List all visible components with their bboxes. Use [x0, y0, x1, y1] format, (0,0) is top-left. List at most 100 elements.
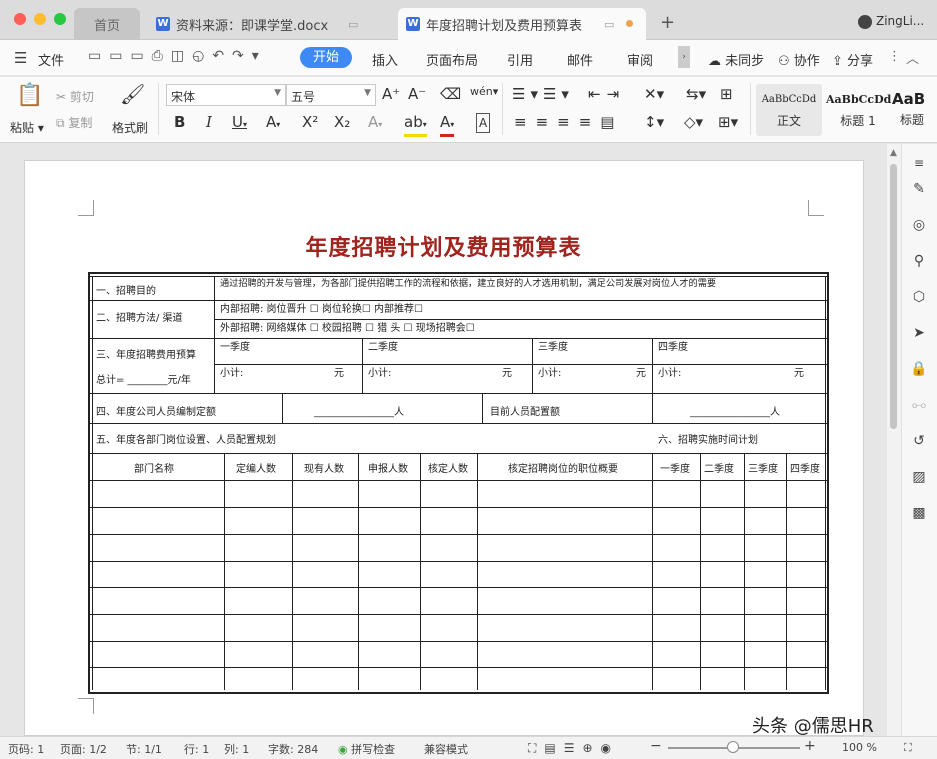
more-tabs-chevron-icon[interactable]: › — [678, 46, 690, 68]
format-painter-button[interactable]: 格式刷 — [112, 119, 148, 136]
italic-button[interactable]: I — [206, 113, 212, 131]
shapes-icon[interactable]: ◎ — [910, 216, 928, 234]
text-effect-button[interactable]: A▾ — [368, 113, 382, 134]
char-border-button[interactable]: A — [476, 113, 491, 133]
menu-mailings[interactable]: 邮件 — [567, 50, 593, 69]
format-painter-icon[interactable]: 🖌 — [120, 84, 145, 104]
tab-active-doc[interactable]: W 年度招聘计划及费用预算表 ▭ — [398, 8, 646, 40]
status-row[interactable]: 行: 1 — [184, 741, 209, 757]
pen-icon[interactable]: ✎ — [910, 180, 928, 198]
sync-status[interactable]: ☁ 未同步 — [708, 50, 764, 69]
table-line — [90, 587, 827, 588]
clear-format-icon[interactable]: ⌫ — [440, 85, 461, 103]
spell-check-button[interactable]: ◉ 拼写检查 — [338, 741, 395, 757]
status-col[interactable]: 列: 1 — [224, 741, 249, 757]
tab-source-doc[interactable]: W 资料来源：即课学堂.docx ▭ — [150, 8, 380, 40]
adjust-icon[interactable]: ⧟ — [910, 396, 928, 414]
image-text-icon[interactable]: ▨ — [910, 468, 928, 486]
table-line — [90, 480, 827, 481]
subscript-button[interactable]: X₂ — [334, 113, 350, 131]
row-schedule-label: 六、招聘实施时间计划 — [658, 435, 758, 446]
quick-access-icons[interactable]: ▭▭▭⎙◫◵↶↷▾ — [88, 48, 267, 64]
style-heading-1[interactable]: AaBbCcDd 标题 1 — [826, 84, 891, 136]
fullscreen-icon[interactable]: ⛶ — [904, 741, 912, 755]
document-title[interactable]: 年度招聘计划及费用预算表 — [0, 230, 887, 262]
header-current: 现有人数 — [304, 464, 344, 475]
scroll-up-icon[interactable]: ▲ — [890, 148, 897, 158]
zoom-in-icon[interactable]: + — [804, 738, 816, 754]
share-button[interactable]: ⇪ 分享 — [832, 50, 873, 69]
font-color-button[interactable]: A▾ — [440, 113, 455, 137]
menu-insert[interactable]: 插入 — [372, 50, 398, 69]
image-icon[interactable]: ▩ — [910, 504, 928, 522]
view-mode-icons[interactable]: ⛶▤☰⊕◉ — [528, 741, 619, 756]
sort-icon[interactable]: ⇆▾ — [686, 85, 706, 103]
table-line — [90, 667, 827, 668]
strikethrough-button[interactable]: A▾ — [266, 113, 280, 134]
menu-review[interactable]: 审阅 — [627, 50, 653, 69]
align-buttons[interactable]: ≡≡≡≡▤ — [514, 113, 623, 131]
zoom-level[interactable]: 100 % — [842, 741, 877, 754]
row-budget-total: 总计= ________元/年 — [96, 375, 191, 386]
zoom-slider-handle[interactable] — [727, 741, 739, 753]
menu-references[interactable]: 引用 — [507, 50, 533, 69]
zoom-window-button[interactable] — [54, 13, 66, 25]
indent-buttons[interactable]: ⇤⇥ — [588, 85, 625, 103]
borders-icon[interactable]: ⊞▾ — [718, 113, 738, 131]
chinese-layout-icon[interactable]: ✕▾ — [644, 85, 664, 103]
status-pages[interactable]: 页面: 1/2 — [60, 741, 107, 757]
vertical-scrollbar[interactable]: ▲ — [887, 144, 901, 736]
paste-button[interactable]: 粘贴 ▾ — [10, 119, 44, 136]
style-icon[interactable]: ⚲ — [910, 252, 928, 270]
collapse-ribbon-icon[interactable]: ︿ — [906, 48, 919, 67]
font-size-select[interactable]: 五号 ▼ — [286, 84, 376, 106]
cursor-icon[interactable]: ➤ — [910, 324, 928, 342]
paste-icon[interactable]: 📋 — [16, 85, 43, 107]
highlight-button[interactable]: ab▾ — [404, 113, 427, 137]
font-name-select[interactable]: 宋体 ▼ — [166, 84, 286, 106]
q2-subtotal: 小计: — [368, 368, 392, 379]
bold-button[interactable]: B — [174, 113, 185, 131]
header-summary: 核定招聘岗位的职位概要 — [508, 464, 618, 475]
budget-table[interactable]: 一、招聘目的 通过招聘的开发与管理，为各部门提供招聘工作的流程和依据，建立良好的… — [88, 272, 829, 694]
grow-font-button[interactable]: A⁺ — [382, 85, 400, 103]
collaborate-button[interactable]: ⚇ 协作 — [778, 50, 820, 69]
more-options-icon[interactable]: ⋮ — [888, 49, 901, 64]
cube-icon[interactable]: ⬡ — [910, 288, 928, 306]
shrink-font-button[interactable]: A⁻ — [408, 85, 426, 103]
close-window-button[interactable] — [14, 13, 26, 25]
superscript-button[interactable]: X² — [302, 113, 318, 131]
table-line — [362, 338, 363, 393]
pinyin-guide-button[interactable]: wén▾ — [470, 83, 498, 101]
zoom-out-icon[interactable]: − — [650, 738, 662, 754]
line-spacing-icon[interactable]: ↕▾ — [644, 113, 664, 131]
scrollbar-thumb[interactable] — [890, 164, 897, 429]
q1-subtotal: 小计: — [220, 368, 244, 379]
table-line — [90, 641, 827, 642]
menu-file[interactable]: 文件 — [38, 50, 64, 69]
row-headcount-label: 四、年度公司人员编制定额 — [96, 407, 216, 418]
history-icon[interactable]: ↺ — [910, 432, 928, 450]
style-normal[interactable]: AaBbCcDd 正文 — [756, 84, 822, 136]
underline-button[interactable]: U▾ — [232, 113, 247, 134]
menu-start[interactable]: 开始 — [300, 47, 352, 68]
user-name[interactable]: ZingLi... — [876, 14, 924, 28]
new-tab-plus-icon[interactable]: + — [660, 12, 675, 33]
avatar[interactable] — [858, 15, 872, 29]
status-words[interactable]: 字数: 284 — [268, 741, 318, 757]
lock-icon[interactable]: 🔒 — [910, 360, 928, 378]
copy-button[interactable]: ⧉ 复制 — [56, 114, 92, 131]
tab-home[interactable]: 首页 — [74, 8, 140, 40]
status-section[interactable]: 节: 1/1 — [126, 741, 162, 757]
minimize-window-button[interactable] — [34, 13, 46, 25]
status-page-number[interactable]: 页码: 1 — [8, 741, 44, 757]
list-buttons[interactable]: ☰▾☰▾ — [512, 85, 574, 103]
collapse-icon[interactable]: ≡ — [910, 154, 928, 172]
shading-icon[interactable]: ◇▾ — [684, 113, 703, 131]
menu-page-layout[interactable]: 页面布局 — [426, 50, 478, 69]
hamburger-icon[interactable]: ☰ — [14, 49, 27, 67]
margin-mark — [78, 200, 94, 216]
show-marks-icon[interactable]: ⊞ — [720, 85, 733, 103]
cut-button[interactable]: ✂ 剪切 — [56, 88, 94, 105]
style-heading[interactable]: AaB 标题 — [890, 84, 937, 136]
